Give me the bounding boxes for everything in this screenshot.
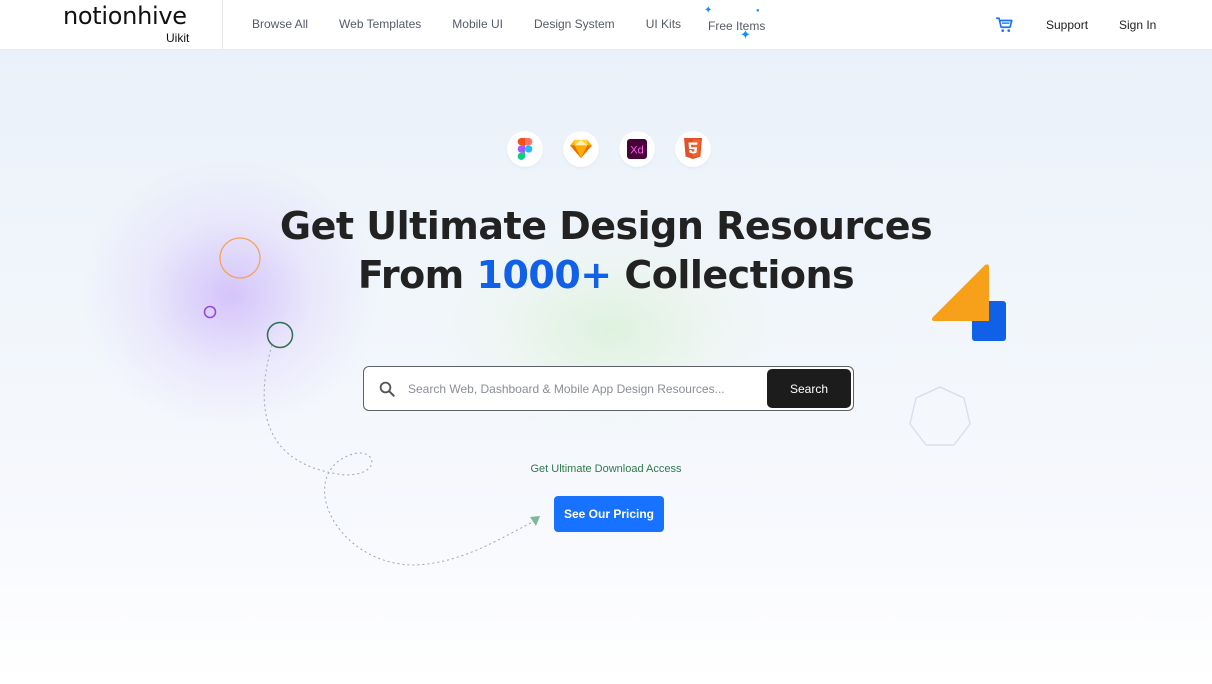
nav-browse-all[interactable]: Browse All — [252, 17, 308, 31]
logo-subtitle: Uikit — [166, 31, 190, 45]
see-pricing-button[interactable]: See Our Pricing — [554, 496, 664, 532]
nav-free-items[interactable]: Free Items ✦ ✦ ● — [704, 5, 766, 42]
sparkle-icon: ✦ — [740, 27, 751, 42]
heading-collections: Collections — [611, 253, 855, 297]
download-access-text: Get Ultimate Download Access — [530, 463, 682, 475]
sparkle-dot-icon: ● — [756, 8, 760, 14]
search-bar: Search — [363, 366, 854, 411]
nav-ui-kits[interactable]: UI Kits — [646, 17, 681, 31]
heading-count: 1000+ — [476, 253, 613, 297]
main-nav: Browse All Web Templates Mobile UI Desig… — [252, 17, 712, 31]
xd-text: Xd — [630, 145, 643, 157]
top-navbar: notionhive Uikit Browse All Web Template… — [0, 0, 1212, 50]
html5-icon — [675, 131, 711, 167]
heading-from: From — [357, 253, 477, 297]
search-input[interactable] — [408, 376, 758, 402]
sparkle-icon: ✦ — [704, 5, 713, 16]
logo[interactable]: notionhive Uikit — [0, 0, 223, 50]
xd-icon: Xd — [619, 131, 655, 167]
nav-design-system[interactable]: Design System — [534, 17, 615, 31]
heptagon-outline — [909, 386, 971, 446]
cart-icon[interactable] — [996, 16, 1014, 34]
arrow-head-icon — [530, 516, 540, 526]
hero-section: Xd Get Ultimate Design Resources From 10… — [0, 50, 1212, 684]
sketch-icon — [563, 131, 599, 167]
figma-icon — [507, 131, 543, 167]
nav-mobile-ui[interactable]: Mobile UI — [452, 17, 503, 31]
search-icon — [379, 381, 395, 397]
sign-in-link[interactable]: Sign In — [1119, 18, 1156, 32]
hero-heading-line1: Get Ultimate Design Resources — [279, 204, 933, 248]
hero-heading-line2: From 1000+ Collections — [0, 251, 1212, 300]
tool-icons-row: Xd — [507, 131, 731, 167]
search-button[interactable]: Search — [767, 369, 851, 408]
logo-text: notionhive — [63, 2, 187, 30]
support-link[interactable]: Support — [1046, 18, 1088, 32]
nav-web-templates[interactable]: Web Templates — [339, 17, 421, 31]
free-items-label: Free Items — [708, 19, 766, 33]
